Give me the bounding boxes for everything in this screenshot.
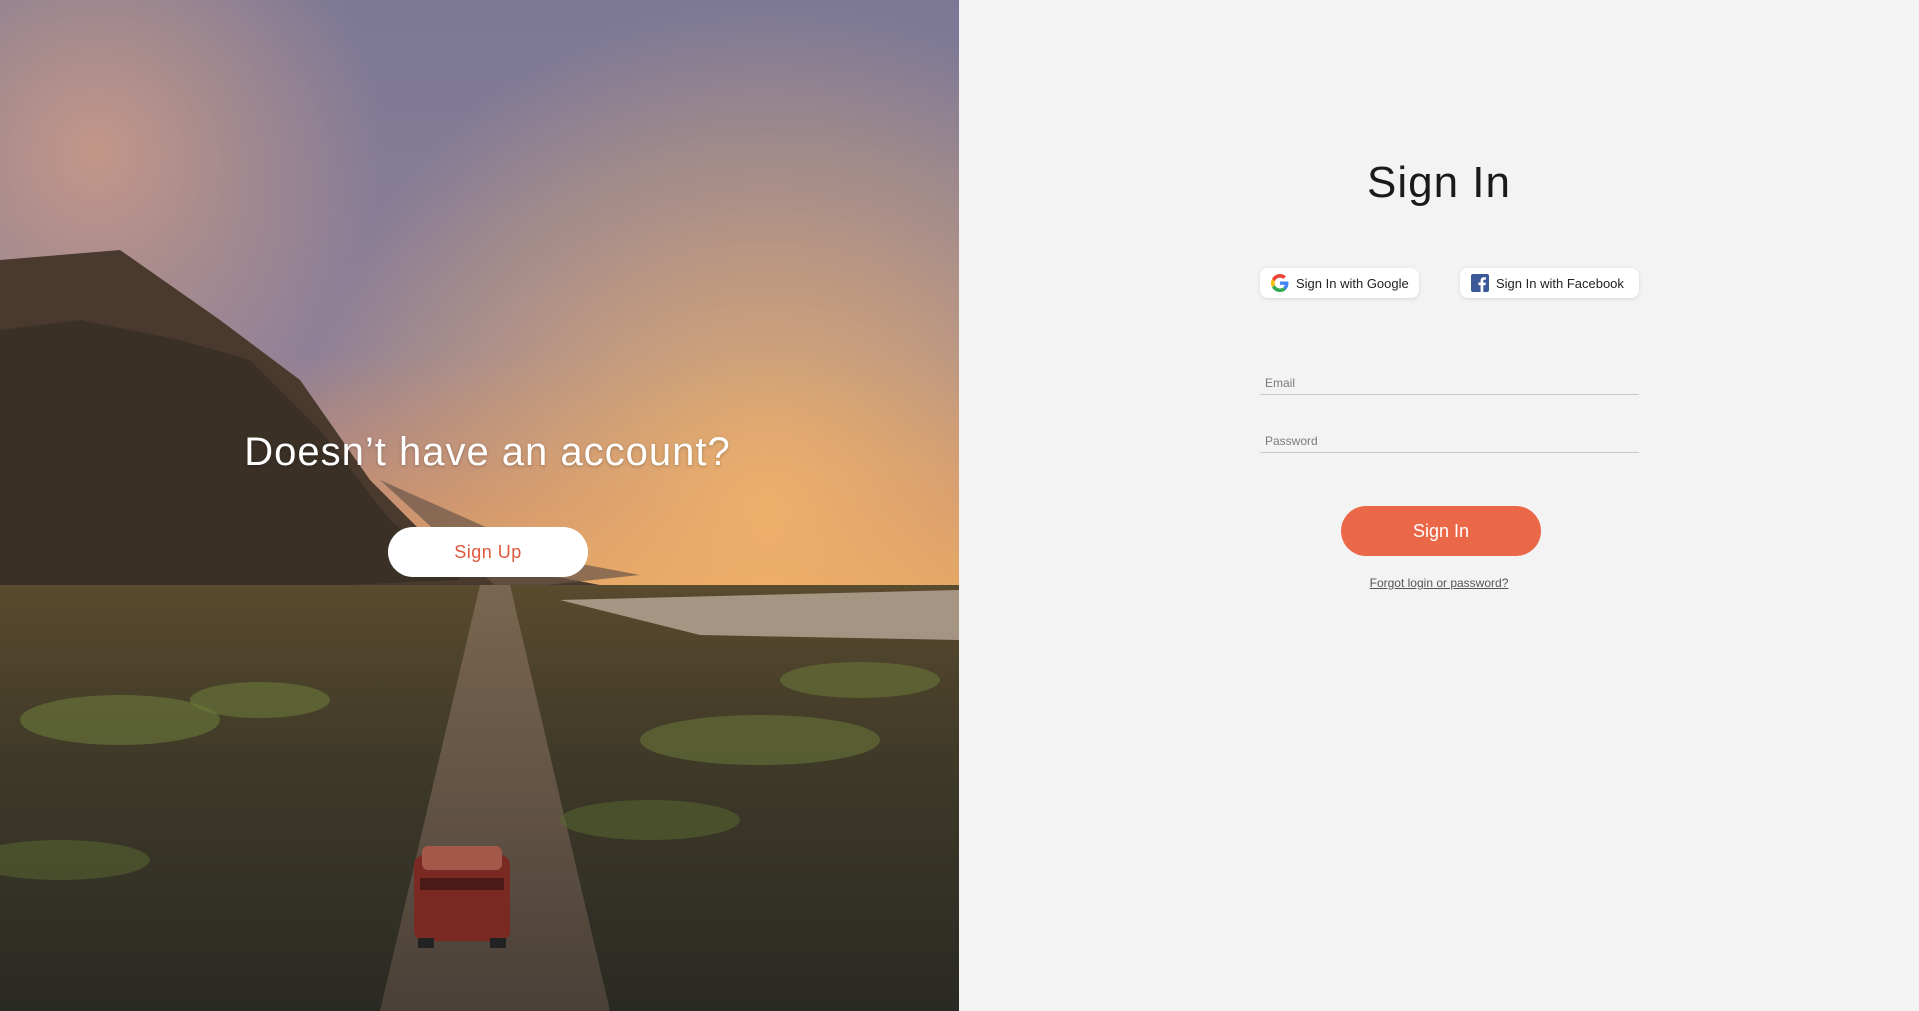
hero-panel: Doesn’t have an account? Sign Up: [0, 0, 959, 1011]
signup-prompt-heading: Doesn’t have an account?: [244, 430, 731, 474]
google-icon: [1270, 273, 1290, 293]
facebook-icon: [1470, 273, 1490, 293]
sign-up-button[interactable]: Sign Up: [388, 527, 588, 577]
forgot-password-link[interactable]: Forgot login or password?: [959, 576, 1919, 590]
landscape-background-image: [0, 0, 959, 1011]
google-sign-in-button[interactable]: Sign In with Google: [1260, 268, 1419, 298]
password-input[interactable]: [1260, 430, 1639, 452]
email-field-container: [1260, 372, 1639, 395]
sign-in-panel: Sign In Sign In with Google Sign In with…: [959, 0, 1919, 1011]
sign-in-button[interactable]: Sign In: [1341, 506, 1541, 556]
car-shape: [414, 846, 510, 948]
email-input[interactable]: [1260, 372, 1639, 394]
password-field-container: [1260, 430, 1639, 453]
facebook-sign-in-label: Sign In with Facebook: [1496, 275, 1624, 291]
google-sign-in-label: Sign In with Google: [1296, 275, 1409, 291]
facebook-sign-in-button[interactable]: Sign In with Facebook: [1460, 268, 1639, 298]
sign-in-title: Sign In: [1367, 158, 1511, 207]
